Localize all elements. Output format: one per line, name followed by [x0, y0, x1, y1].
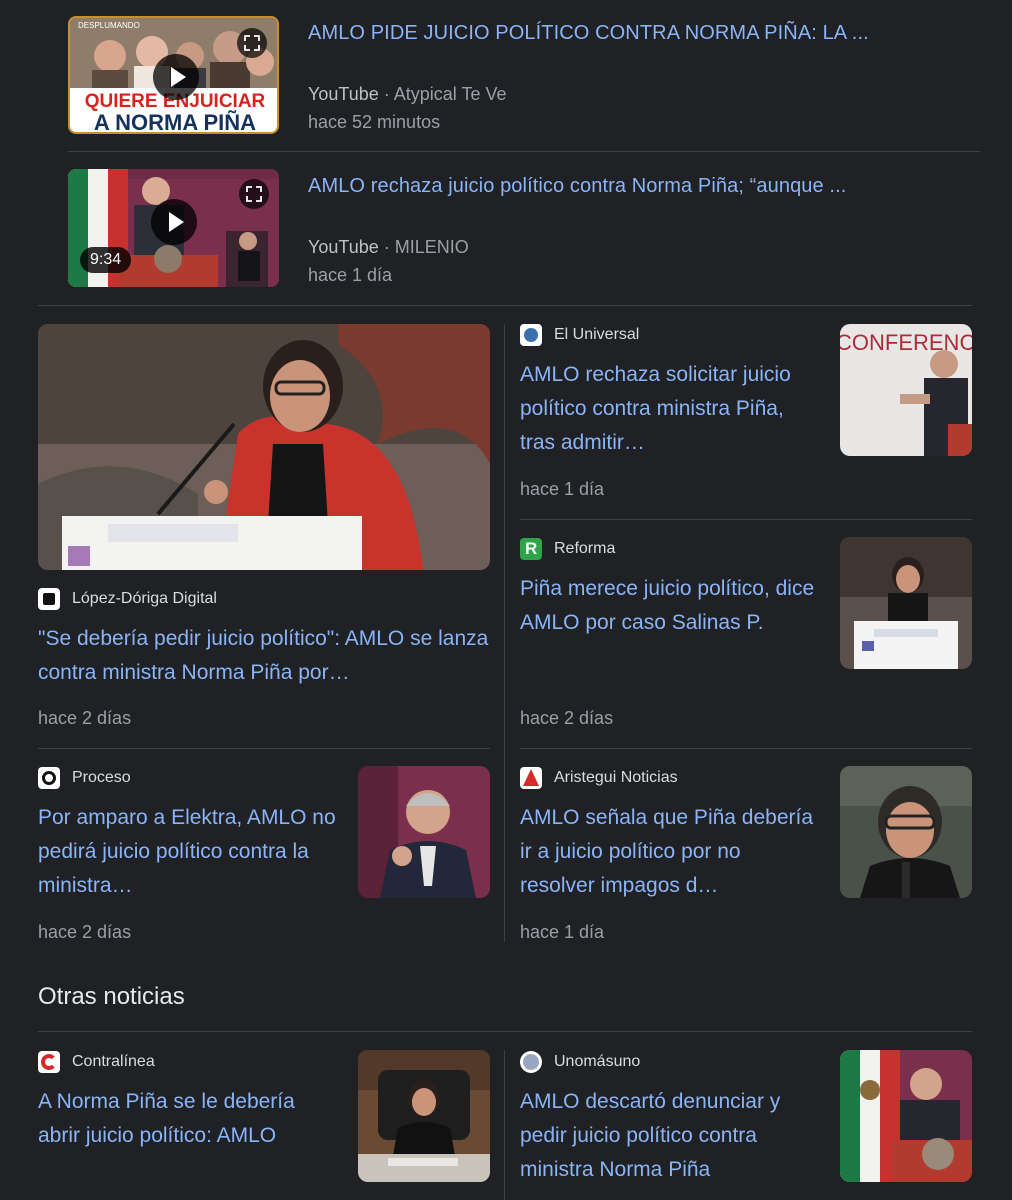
featured-photo [38, 324, 490, 570]
story-image[interactable] [840, 1050, 972, 1182]
story-source-name: Unomásuno [554, 1053, 641, 1070]
proceso-logo-icon [38, 767, 60, 789]
story-photo [840, 1050, 972, 1182]
story-source-name: El Universal [554, 326, 640, 343]
video-channel: Atypical Te Ve [393, 84, 507, 104]
expand-icon[interactable] [237, 28, 267, 58]
story-source: El Universal [520, 324, 639, 346]
video-title[interactable]: AMLO rechaza juicio político contra Norm… [308, 175, 846, 198]
lopez-doriga-logo-icon [38, 588, 60, 610]
play-icon[interactable] [151, 199, 197, 245]
video-title[interactable]: AMLO PIDE JUICIO POLÍTICO CONTRA NORMA P… [308, 22, 869, 45]
video-source: YouTube · MILENIO [308, 237, 469, 258]
video-time: hace 52 minutos [308, 112, 441, 132]
video-thumbnail[interactable]: 9:34 [68, 169, 279, 287]
story-title[interactable]: Piña merece juicio político, dice AMLO p… [520, 572, 820, 640]
divider [38, 305, 972, 306]
story-image[interactable] [358, 766, 490, 898]
story-source: Contralínea [38, 1051, 155, 1073]
story-source-name: Contralínea [72, 1053, 155, 1070]
story-source: Unomásuno [520, 1051, 640, 1073]
story-title[interactable]: "Se debería pedir juicio político": AMLO… [38, 622, 490, 690]
story-time: hace 2 días [38, 708, 132, 728]
video-thumbnail[interactable]: DESPLUMANDO QUIERE ENJUICIAR A NORMA PIÑ… [68, 16, 279, 134]
story-photo [358, 766, 490, 898]
story-source: Proceso [38, 767, 131, 789]
video-duration: 9:34 [80, 247, 132, 273]
video-result[interactable]: 9:34 AMLO rechaza juicio político contra… [68, 169, 980, 289]
story-title[interactable]: A Norma Piña se le debería abrir juicio … [38, 1085, 338, 1153]
el-universal-logo-icon [520, 324, 542, 346]
video-result[interactable]: DESPLUMANDO QUIERE ENJUICIAR A NORMA PIÑ… [68, 16, 980, 136]
story-photo [840, 537, 972, 669]
story-image[interactable] [840, 537, 972, 669]
thumb-caption-line2: A NORMA PIÑA [94, 110, 256, 134]
story-source-name: Reforma [554, 540, 616, 557]
story-image[interactable] [358, 1050, 490, 1182]
story-title[interactable]: AMLO descartó denunciar y pedir juicio p… [520, 1085, 820, 1187]
video-time: hace 1 día [308, 265, 393, 285]
divider [520, 519, 972, 520]
divider [68, 151, 980, 152]
video-channel: MILENIO [394, 237, 469, 257]
play-icon[interactable] [153, 54, 199, 100]
story-source-name: Aristegui Noticias [554, 769, 678, 786]
story-source: Aristegui Noticias [520, 767, 678, 789]
story-title[interactable]: AMLO rechaza solicitar juicio político c… [520, 358, 820, 460]
story-title[interactable]: Por amparo a Elektra, AMLO no pedirá jui… [38, 801, 338, 903]
story-image[interactable]: CONFERENCIA DE PRENSA [840, 324, 972, 456]
aristegui-logo-icon [520, 767, 542, 789]
reforma-logo-icon: R [520, 538, 542, 560]
story-source-name: Proceso [72, 769, 131, 786]
unomasuno-logo-icon [520, 1051, 542, 1073]
story-time: hace 1 día [520, 479, 605, 499]
story-source: López-Dóriga Digital [38, 588, 217, 610]
video-platform: YouTube [308, 237, 379, 257]
story-time: hace 1 día [520, 922, 605, 942]
column-divider [504, 324, 505, 942]
story-time: hace 2 días [520, 708, 614, 728]
column-divider [504, 1050, 505, 1200]
story-title[interactable]: AMLO señala que Piña debería ir a juicio… [520, 801, 820, 903]
story-source-name: López-Dóriga Digital [72, 590, 217, 607]
expand-icon[interactable] [239, 179, 269, 209]
story-photo [358, 1050, 490, 1182]
video-platform: YouTube [308, 84, 379, 104]
story-photo [840, 766, 972, 898]
story-image-caption: CONFERENCIA DE PRENSA [840, 330, 972, 355]
featured-story-image[interactable] [38, 324, 490, 570]
story-image[interactable] [840, 766, 972, 898]
divider [38, 748, 490, 749]
separator-dot: · [383, 84, 390, 104]
story-source: R Reforma [520, 538, 615, 560]
story-photo: CONFERENCIA DE PRENSA [840, 324, 972, 456]
contralinea-logo-icon [38, 1051, 60, 1073]
divider [38, 1031, 972, 1032]
divider [520, 748, 972, 749]
story-time: hace 2 días [38, 922, 132, 942]
video-source: YouTube · Atypical Te Ve [308, 84, 507, 105]
thumb-caption-top: DESPLUMANDO [78, 21, 140, 30]
section-heading: Otras noticias [38, 983, 185, 1010]
separator-dot: · [383, 237, 390, 257]
